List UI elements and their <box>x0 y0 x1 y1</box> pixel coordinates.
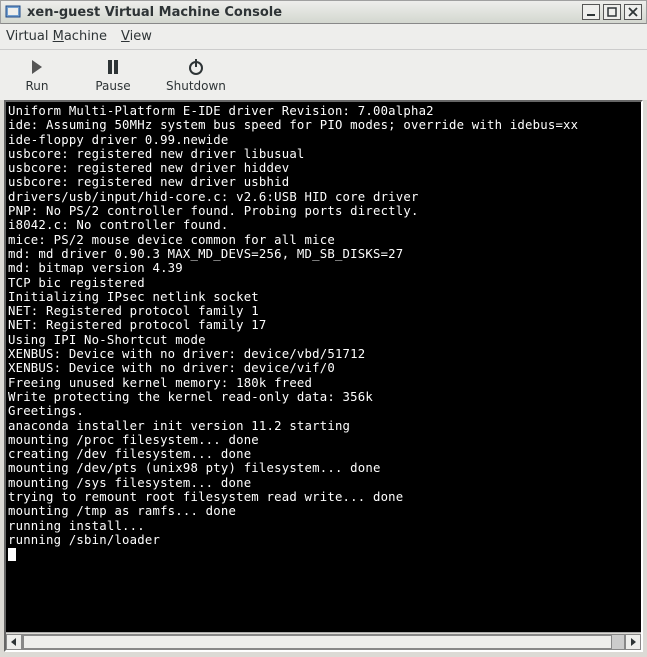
console-line: drivers/usb/input/hid-core.c: v2.6:USB H… <box>8 190 419 204</box>
maximize-button[interactable] <box>603 4 621 20</box>
cursor <box>8 548 16 561</box>
console-line: mounting /sys filesystem... done <box>8 476 251 490</box>
console-line: trying to remount root filesystem read w… <box>8 490 403 504</box>
window-title: xen-guest Virtual Machine Console <box>27 5 582 20</box>
pause-icon <box>106 57 120 77</box>
console-output[interactable]: Uniform Multi-Platform E-IDE driver Revi… <box>6 102 641 632</box>
window-controls <box>582 4 642 20</box>
horizontal-scrollbar[interactable] <box>6 632 641 650</box>
console-line: md: bitmap version 4.39 <box>8 261 183 275</box>
close-button[interactable] <box>624 4 642 20</box>
console-line: running install... <box>8 519 145 533</box>
console-line: ide: Assuming 50MHz system bus speed for… <box>8 118 578 132</box>
console-line: running /sbin/loader <box>8 533 160 547</box>
console-line: anaconda installer init version 11.2 sta… <box>8 419 350 433</box>
console-line: usbcore: registered new driver usbhid <box>8 175 289 189</box>
console-line: XENBUS: Device with no driver: device/vi… <box>8 361 335 375</box>
run-button[interactable]: Run <box>10 55 64 95</box>
console-line: mounting /tmp as ramfs... done <box>8 504 236 518</box>
pause-label: Pause <box>95 79 130 93</box>
console-line: Freeing unused kernel memory: 180k freed <box>8 376 312 390</box>
scrollbar-track[interactable] <box>22 634 625 650</box>
run-label: Run <box>25 79 48 93</box>
scrollbar-thumb[interactable] <box>23 635 612 649</box>
shutdown-button[interactable]: Shutdown <box>162 55 230 95</box>
console-frame: Uniform Multi-Platform E-IDE driver Revi… <box>4 100 643 652</box>
titlebar: xen-guest Virtual Machine Console <box>0 0 647 24</box>
app-icon <box>5 4 21 20</box>
console-line: NET: Registered protocol family 17 <box>8 318 267 332</box>
pause-button[interactable]: Pause <box>86 55 140 95</box>
console-line: Greetings. <box>8 404 84 418</box>
console-line: Write protecting the kernel read-only da… <box>8 390 373 404</box>
console-line: mounting /proc filesystem... done <box>8 433 259 447</box>
console-line: usbcore: registered new driver libusual <box>8 147 305 161</box>
console-line: i8042.c: No controller found. <box>8 218 229 232</box>
power-icon <box>187 57 205 77</box>
console-line: Using IPI No-Shortcut mode <box>8 333 206 347</box>
scroll-right-button[interactable] <box>625 634 641 650</box>
console-line: NET: Registered protocol family 1 <box>8 304 259 318</box>
console-line: usbcore: registered new driver hiddev <box>8 161 289 175</box>
menu-virtual-machine[interactable]: Virtual Machine <box>6 29 107 44</box>
toolbar: Run Pause Shutdown <box>0 50 647 100</box>
shutdown-label: Shutdown <box>166 79 226 93</box>
console-line: mice: PS/2 mouse device common for all m… <box>8 233 335 247</box>
console-line: XENBUS: Device with no driver: device/vb… <box>8 347 365 361</box>
console-line: mounting /dev/pts (unix98 pty) filesyste… <box>8 461 381 475</box>
console-line: creating /dev filesystem... done <box>8 447 251 461</box>
console-line: md: md driver 0.90.3 MAX_MD_DEVS=256, MD… <box>8 247 403 261</box>
play-icon <box>30 57 44 77</box>
console-line: PNP: No PS/2 controller found. Probing p… <box>8 204 419 218</box>
console-line: Initializing IPsec netlink socket <box>8 290 259 304</box>
console-line: ide-floppy driver 0.99.newide <box>8 133 229 147</box>
console-line: Uniform Multi-Platform E-IDE driver Revi… <box>8 104 434 118</box>
console-line: TCP bic registered <box>8 276 145 290</box>
menu-view[interactable]: View <box>121 29 152 44</box>
menubar: Virtual Machine View <box>0 24 647 50</box>
scroll-left-button[interactable] <box>6 634 22 650</box>
minimize-button[interactable] <box>582 4 600 20</box>
